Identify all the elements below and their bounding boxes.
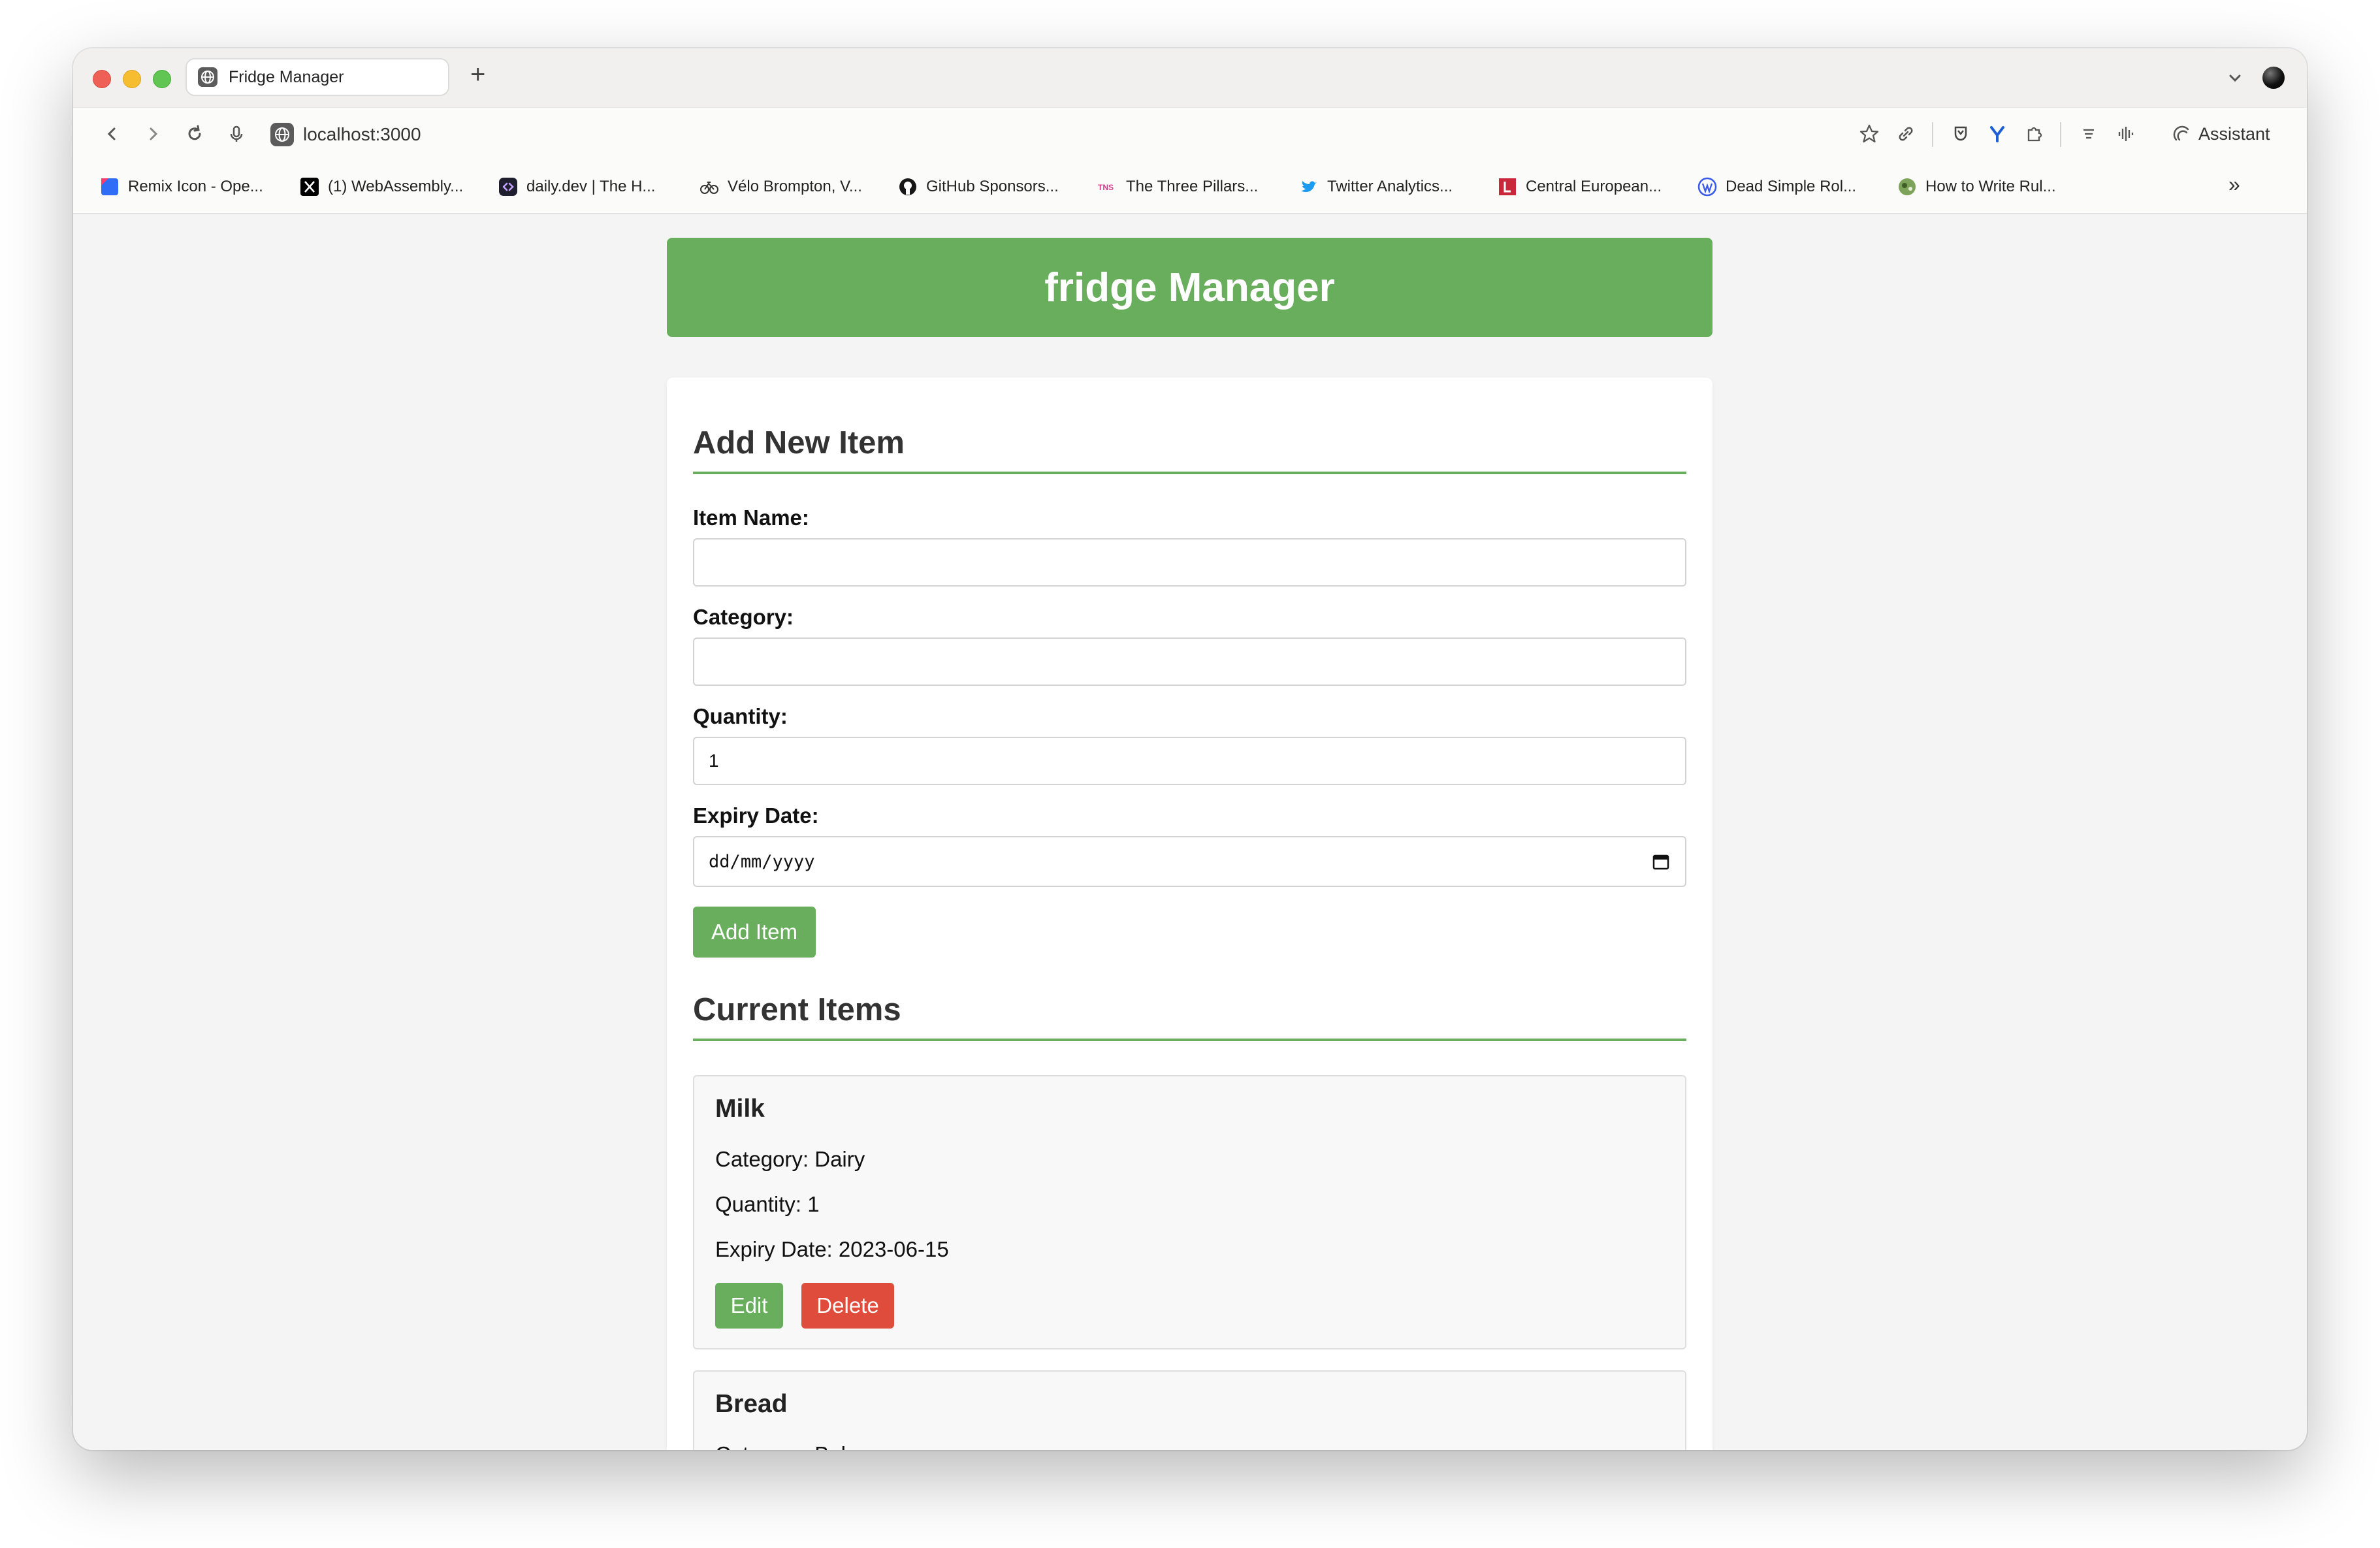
bookmark-dailydev[interactable]: daily.dev | The H... [498, 172, 655, 201]
url-text: localhost:3000 [303, 124, 421, 144]
bookmark-velo-brompton[interactable]: Vélo Brompton, V... [699, 172, 862, 201]
current-items-heading: Current Items [693, 992, 1686, 1041]
reader-list-icon[interactable] [2076, 121, 2102, 147]
bookmark-twitter-analytics[interactable]: Twitter Analytics... [1298, 172, 1453, 201]
remix-icon [101, 178, 118, 195]
item-expiry-date: Expiry Date: 2023-06-15 [715, 1237, 949, 1261]
expiry-date-input[interactable]: dd/mm/yyyy [693, 836, 1686, 887]
more-bookmarks-button[interactable]: » [2228, 172, 2240, 197]
item-quantity: Quantity: 1 [715, 1192, 820, 1216]
bookmark-github-sponsors[interactable]: GitHub Sponsors... [897, 172, 1059, 201]
tns-icon: TNS [1098, 183, 1114, 192]
assistant-label: Assistant [2198, 123, 2270, 144]
tab-strip: Fridge Manager + [73, 48, 2307, 107]
globe-icon [198, 67, 217, 87]
bookmark-label: Twitter Analytics... [1327, 178, 1453, 195]
quantity-label: Quantity: [693, 704, 788, 728]
quantity-input[interactable]: 1 [693, 737, 1686, 785]
add-item-button[interactable]: Add Item [693, 907, 816, 958]
svg-text:TNS: TNS [1098, 183, 1114, 192]
site-info-icon[interactable] [269, 121, 295, 148]
category-input[interactable] [693, 637, 1686, 686]
y-extension-icon[interactable] [1984, 121, 2010, 147]
profile-avatar[interactable] [2262, 67, 2285, 89]
browser-window: Fridge Manager + localhost:3000 Assistan… [73, 48, 2307, 1450]
star-icon[interactable] [1856, 121, 1882, 147]
github-icon [899, 178, 916, 195]
new-tab-button[interactable]: + [470, 61, 485, 88]
forward-icon[interactable] [140, 121, 166, 147]
shield-extension-icon[interactable] [1948, 121, 1974, 147]
bookmark-label: How to Write Rul... [1925, 178, 2056, 195]
bookmark-label: Vélo Brompton, V... [728, 178, 862, 195]
back-icon[interactable] [99, 121, 125, 147]
item-name-label: Item Name: [693, 506, 809, 530]
category-label: Category: [693, 605, 794, 629]
item-card-bread: Bread Category: Bakery [693, 1370, 1686, 1450]
bookmarks-bar: Remix Icon - Ope... (1) WebAssembly... d… [73, 161, 2307, 214]
add-item-heading: Add New Item [693, 425, 1686, 474]
assistant-icon [2173, 125, 2189, 141]
bookmark-dead-simple-roles[interactable]: Dead Simple Rol... [1697, 172, 1856, 201]
assistant-button[interactable]: Assistant [2172, 121, 2270, 147]
extensions-puzzle-icon[interactable] [2021, 121, 2047, 147]
item-name: Bread [715, 1390, 788, 1418]
bicycle-icon [700, 182, 718, 194]
expiry-date-label: Expiry Date: [693, 803, 819, 828]
delete-button[interactable]: Delete [801, 1283, 894, 1329]
l-icon [1499, 178, 1516, 195]
bookmark-label: Remix Icon - Ope... [128, 178, 263, 195]
toolbar-separator [2060, 122, 2061, 147]
bookmark-how-to-write-rules[interactable]: How to Write Rul... [1897, 172, 2056, 201]
audio-waveform-icon[interactable] [2112, 121, 2138, 147]
zoom-window-button[interactable] [153, 70, 171, 88]
item-card-milk: Milk Category: Dairy Quantity: 1 Expiry … [693, 1075, 1686, 1349]
calendar-icon[interactable] [1651, 852, 1671, 871]
bookmark-central-european[interactable]: Central European... [1497, 172, 1662, 201]
item-name: Milk [715, 1095, 765, 1123]
bookmark-label: The Three Pillars... [1126, 178, 1259, 195]
page-title: fridge Manager [1044, 265, 1335, 310]
link-icon[interactable] [1893, 121, 1919, 147]
dailydev-icon [499, 178, 517, 196]
tab-title: Fridge Manager [229, 67, 344, 86]
bookmark-label: Central European... [1526, 178, 1662, 195]
item-category: Category: Bakery [715, 1442, 882, 1450]
close-window-button[interactable] [93, 70, 111, 88]
address-bar[interactable]: localhost:3000 [269, 117, 661, 152]
x-icon [300, 178, 319, 196]
bookmark-label: Dead Simple Rol... [1726, 178, 1857, 195]
wordpress-icon [1697, 177, 1717, 197]
tab-fridge-manager[interactable]: Fridge Manager [185, 58, 449, 96]
expiry-date-placeholder: dd/mm/yyyy [709, 851, 815, 872]
bookmark-three-pillars[interactable]: TNS The Three Pillars... [1097, 172, 1258, 201]
toolbar-separator [1932, 122, 1933, 147]
quantity-value: 1 [709, 750, 719, 771]
edit-button[interactable]: Edit [715, 1283, 783, 1329]
bookmark-label: daily.dev | The H... [526, 178, 656, 195]
bookmark-label: GitHub Sponsors... [926, 178, 1059, 195]
minimize-window-button[interactable] [123, 70, 141, 88]
page-viewport: fridge Manager Add New Item Item Name: C… [73, 214, 2307, 1450]
item-category: Category: Dairy [715, 1147, 865, 1171]
main-card: Add New Item Item Name: Category: Quanti… [667, 378, 1713, 1450]
bookmark-label: (1) WebAssembly... [328, 178, 464, 195]
bookmark-webassembly[interactable]: (1) WebAssembly... [299, 172, 463, 201]
globe-green-icon [1899, 178, 1916, 195]
twitter-icon [1301, 181, 1317, 193]
chevron-down-icon[interactable] [2222, 65, 2248, 91]
app-header: fridge Manager [667, 238, 1713, 337]
bookmark-remix-icon[interactable]: Remix Icon - Ope... [99, 172, 263, 201]
microphone-icon[interactable] [223, 121, 249, 147]
navigation-toolbar: localhost:3000 Assistant [73, 107, 2307, 161]
reload-icon[interactable] [182, 121, 208, 147]
item-name-input[interactable] [693, 538, 1686, 587]
